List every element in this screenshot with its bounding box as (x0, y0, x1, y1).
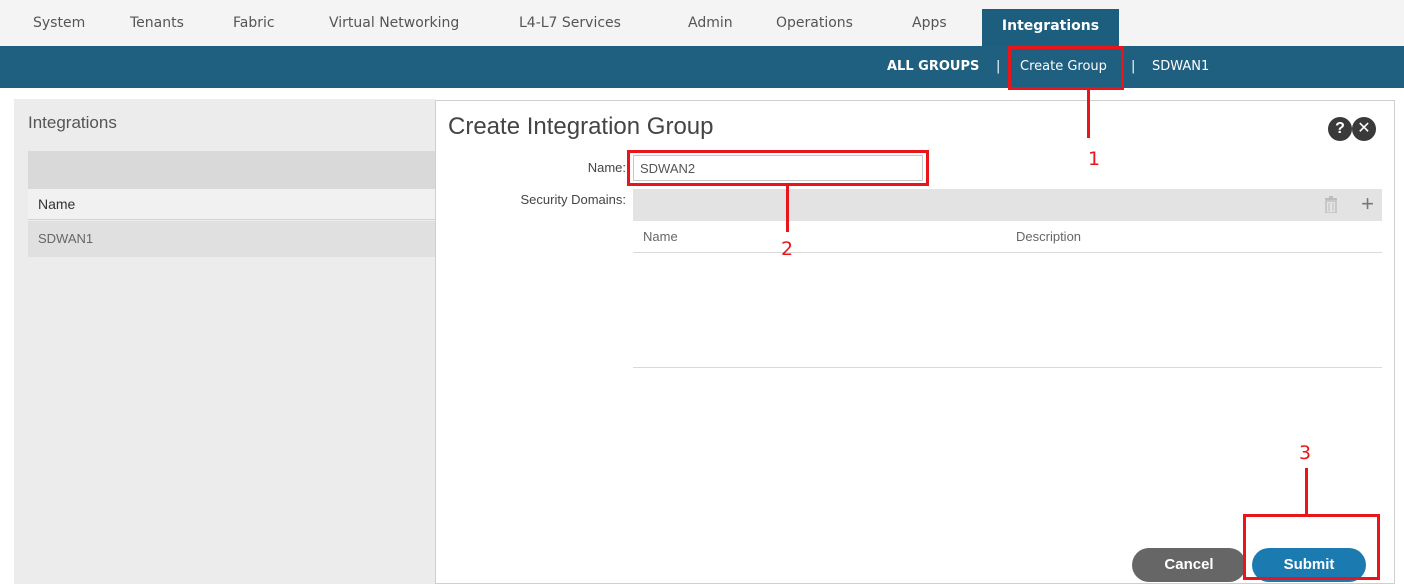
column-header-description[interactable]: Description (1016, 229, 1081, 244)
annotation-number-2: 2 (781, 238, 794, 260)
annotation-line-2 (786, 186, 789, 232)
table-divider (633, 367, 1382, 368)
panel-title: Integrations (28, 113, 117, 132)
sub-nav-separator: | (996, 59, 1001, 74)
security-domains-header: Name Description (633, 221, 1382, 253)
row-name: SDWAN1 (38, 231, 94, 246)
sub-nav-all-groups[interactable]: ALL GROUPS (887, 46, 979, 88)
tab-apps[interactable]: Apps (912, 0, 947, 46)
annotation-line-1 (1087, 90, 1090, 138)
tab-l4-l7-services[interactable]: L4-L7 Services (519, 0, 621, 46)
tab-admin[interactable]: Admin (688, 0, 733, 46)
tab-integrations[interactable]: Integrations (982, 9, 1119, 46)
name-label: Name: (587, 160, 626, 175)
security-domains-label: Security Domains: (520, 192, 626, 207)
table-row[interactable]: SDWAN1 (28, 221, 435, 257)
sub-nav-sdwan1[interactable]: SDWAN1 (1152, 46, 1209, 88)
close-icon[interactable]: ✕ (1352, 117, 1376, 141)
integrations-panel: Integrations Name SDWAN1 (14, 99, 435, 584)
tab-fabric[interactable]: Fabric (233, 0, 275, 46)
cancel-button[interactable]: Cancel (1132, 548, 1246, 582)
dialog-title: Create Integration Group (448, 113, 714, 140)
column-header-name[interactable]: Name (28, 189, 435, 220)
tab-tenants[interactable]: Tenants (130, 0, 184, 46)
security-domains-toolbar: + (633, 189, 1382, 221)
top-nav: System Tenants Fabric Virtual Networking… (0, 0, 1404, 46)
tab-system[interactable]: System (33, 0, 85, 46)
annotation-box-3 (1243, 514, 1380, 580)
plus-icon[interactable]: + (1361, 191, 1374, 217)
sub-nav: ALL GROUPS | Create Group | SDWAN1 (0, 46, 1404, 88)
sub-nav-separator: | (1131, 59, 1136, 74)
annotation-box-2 (627, 150, 929, 186)
annotation-number-1: 1 (1088, 148, 1101, 170)
panel-toolbar (28, 151, 435, 189)
column-header-name[interactable]: Name (643, 229, 678, 244)
trash-icon[interactable] (1324, 196, 1338, 213)
tab-virtual-networking[interactable]: Virtual Networking (329, 0, 459, 46)
annotation-number-3: 3 (1299, 442, 1312, 464)
column-header-label: Name (38, 196, 76, 212)
tab-operations[interactable]: Operations (776, 0, 853, 46)
annotation-line-3 (1305, 468, 1308, 515)
help-icon[interactable]: ? (1328, 117, 1352, 141)
annotation-box-1 (1008, 46, 1124, 90)
